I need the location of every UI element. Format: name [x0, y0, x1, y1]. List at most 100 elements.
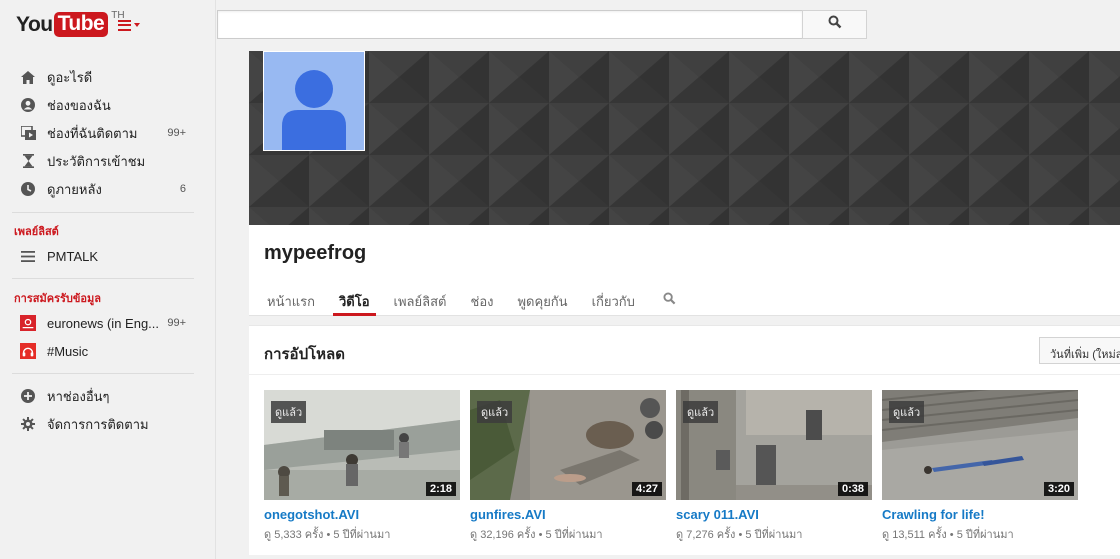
guide-item-label: PMTALK — [47, 248, 99, 264]
channel-tabs: หน้าแรก วิดีโอ เพลย์ลิสต์ ช่อง พูดคุยกัน… — [261, 286, 694, 316]
watched-badge: ดูแล้ว — [477, 401, 513, 423]
video-thumbnail[interactable]: ดูแล้ว 3:20 — [882, 390, 1078, 500]
subscriptions-icon — [20, 125, 36, 141]
logo-you: You — [16, 13, 53, 36]
divider — [12, 212, 194, 213]
guide-bottom-section: หาช่องอื่นๆ จัดการการติดตาม — [0, 382, 210, 438]
guide-item-what-to-watch[interactable]: ดูอะไรดี — [0, 63, 210, 91]
watched-badge: ดูแล้ว — [683, 401, 719, 423]
upload-age: 5 ปีที่ผ่านมา — [956, 529, 1014, 541]
guide-item-label: euronews (in Eng... — [47, 315, 160, 331]
guide-item-label: ดูอะไรดี — [47, 69, 93, 85]
guide-item-label: หาช่องอื่นๆ — [47, 388, 110, 404]
video-item[interactable]: ดูแล้ว 0:38 scary 011.AVI ดู 7,276 ครั้ง… — [676, 390, 872, 543]
video-title[interactable]: onegotshot.AVI — [264, 507, 460, 522]
search-button[interactable] — [802, 10, 867, 39]
search-icon — [663, 292, 676, 308]
video-item[interactable]: ดูแล้ว 4:27 gunfires.AVI ดู 32,196 ครั้ง… — [470, 390, 666, 543]
video-thumbnail[interactable]: ดูแล้ว 0:38 — [676, 390, 872, 500]
channel-banner — [249, 51, 1120, 225]
section-title-uploads: การอัปโหลด — [264, 346, 345, 363]
video-meta: ดู 32,196 ครั้ง • 5 ปีที่ผ่านมา — [470, 529, 603, 541]
video-title[interactable]: scary 011.AVI — [676, 507, 872, 522]
guide-sidebar: You Tube TH ดูอะไรดี ช่องของฉัน ช่องที่ฉ… — [0, 0, 216, 559]
video-duration: 2:18 — [425, 482, 456, 496]
view-count: ดู 5,333 ครั้ง — [264, 529, 324, 541]
guide-item-playlist[interactable]: PMTALK — [0, 242, 210, 270]
view-count: ดู 13,511 ครั้ง — [882, 529, 947, 541]
guide-item-label: ช่องของฉัน — [47, 97, 111, 113]
tab-discussion[interactable]: พูดคุยกัน — [511, 286, 573, 316]
tab-playlists[interactable]: เพลย์ลิสต์ — [388, 286, 453, 316]
tab-home[interactable]: หน้าแรก — [261, 286, 321, 316]
upload-age: 5 ปีที่ผ่านมา — [545, 529, 603, 541]
tab-about[interactable]: เกี่ยวกับ — [586, 286, 641, 316]
video-thumbnail[interactable]: ดูแล้ว 2:18 — [264, 390, 460, 500]
view-count: ดู 32,196 ครั้ง — [470, 529, 536, 541]
upload-age: 5 ปีที่ผ่านมา — [745, 529, 803, 541]
channel-avatar[interactable] — [263, 51, 365, 151]
guide-item-manage-subscriptions[interactable]: จัดการการติดตาม — [0, 410, 210, 438]
video-title[interactable]: gunfires.AVI — [470, 507, 666, 522]
guide-item-label: ดูภายหลัง — [47, 181, 102, 197]
guide-item-subscription[interactable]: #Music — [0, 337, 210, 365]
banner-pattern — [249, 51, 1120, 225]
video-item[interactable]: ดูแล้ว 3:20 Crawling for life! ดู 13,511… — [882, 390, 1078, 543]
guide-item-count: 99+ — [167, 127, 186, 139]
video-duration: 3:20 — [1043, 482, 1074, 496]
logo-tube: Tube — [53, 12, 109, 37]
guide-item-count: 99+ — [167, 317, 186, 329]
upload-age: 5 ปีที่ผ่านมา — [333, 529, 391, 541]
video-thumbnail[interactable]: ดูแล้ว 4:27 — [470, 390, 666, 500]
default-avatar-icon — [264, 52, 364, 150]
guide-item-watch-later[interactable]: ดูภายหลัง 6 — [0, 175, 210, 203]
channel-search-button[interactable] — [657, 286, 682, 316]
section-title-playlists[interactable]: เพลย์ลิสต์ — [14, 222, 59, 240]
tab-videos[interactable]: วิดีโอ — [333, 286, 376, 316]
menu-icon — [118, 19, 131, 31]
video-item[interactable]: ดูแล้ว 2:18 onegotshot.AVI ดู 5,333 ครั้… — [264, 390, 460, 543]
video-meta: ดู 13,511 ครั้ง • 5 ปีที่ผ่านมา — [882, 529, 1014, 541]
divider — [12, 373, 194, 374]
guide-playlists-section: PMTALK — [0, 242, 210, 270]
divider — [12, 278, 194, 279]
video-title[interactable]: Crawling for life! — [882, 507, 1078, 522]
video-duration: 0:38 — [837, 482, 868, 496]
channel-title[interactable]: mypeefrog — [264, 242, 366, 265]
sort-dropdown[interactable]: วันที่เพิ่ม (ใหม่สุด) — [1039, 337, 1120, 364]
video-meta: ดู 7,276 ครั้ง • 5 ปีที่ผ่านมา — [676, 529, 803, 541]
watched-badge: ดูแล้ว — [271, 401, 307, 423]
view-count: ดู 7,276 ครั้ง — [676, 529, 736, 541]
guide-item-subscriptions[interactable]: ช่องที่ฉันติดตาม 99+ — [0, 119, 210, 147]
watched-badge: ดูแล้ว — [889, 401, 925, 423]
user-icon — [20, 97, 36, 113]
tab-channels[interactable]: ช่อง — [465, 286, 500, 316]
uploads-section: การอัปโหลด วันที่เพิ่ม (ใหม่สุด) ดูแล้ว … — [249, 325, 1120, 555]
guide-item-label: #Music — [47, 343, 89, 359]
guide-item-my-channel[interactable]: ช่องของฉัน — [0, 91, 210, 119]
youtube-logo[interactable]: You Tube TH — [16, 10, 125, 38]
hourglass-icon — [20, 153, 36, 169]
section-title-subscriptions[interactable]: การสมัครรับข้อมูล — [14, 289, 101, 307]
playlist-icon — [20, 248, 36, 264]
guide-item-label: ช่องที่ฉันติดตาม — [47, 125, 138, 141]
guide-item-history[interactable]: ประวัติการเข้าชม — [0, 147, 210, 175]
channel-header: mypeefrog หน้าแรก วิดีโอ เพลย์ลิสต์ ช่อง… — [249, 51, 1120, 316]
guide-item-label: ประวัติการเข้าชม — [47, 153, 146, 169]
search-input[interactable] — [217, 10, 803, 39]
guide-item-count: 6 — [179, 183, 186, 195]
gear-icon — [20, 416, 36, 432]
home-icon — [20, 69, 36, 85]
guide-subscriptions-section: euronews (in Eng... 99+ #Music — [0, 309, 210, 365]
video-meta: ดู 5,333 ครั้ง • 5 ปีที่ผ่านมา — [264, 529, 391, 541]
guide-item-label: จัดการการติดตาม — [47, 416, 149, 432]
euronews-icon — [20, 315, 36, 331]
guide-item-browse-channels[interactable]: หาช่องอื่นๆ — [0, 382, 210, 410]
guide-item-subscription[interactable]: euronews (in Eng... 99+ — [0, 309, 210, 337]
guide-main-section: ดูอะไรดี ช่องของฉัน ช่องที่ฉันติดตาม 99+… — [0, 63, 210, 203]
video-duration: 4:27 — [631, 482, 662, 496]
clock-icon — [20, 181, 36, 197]
guide-menu-button[interactable] — [118, 17, 144, 33]
search-icon — [828, 15, 842, 34]
music-icon — [20, 343, 36, 359]
